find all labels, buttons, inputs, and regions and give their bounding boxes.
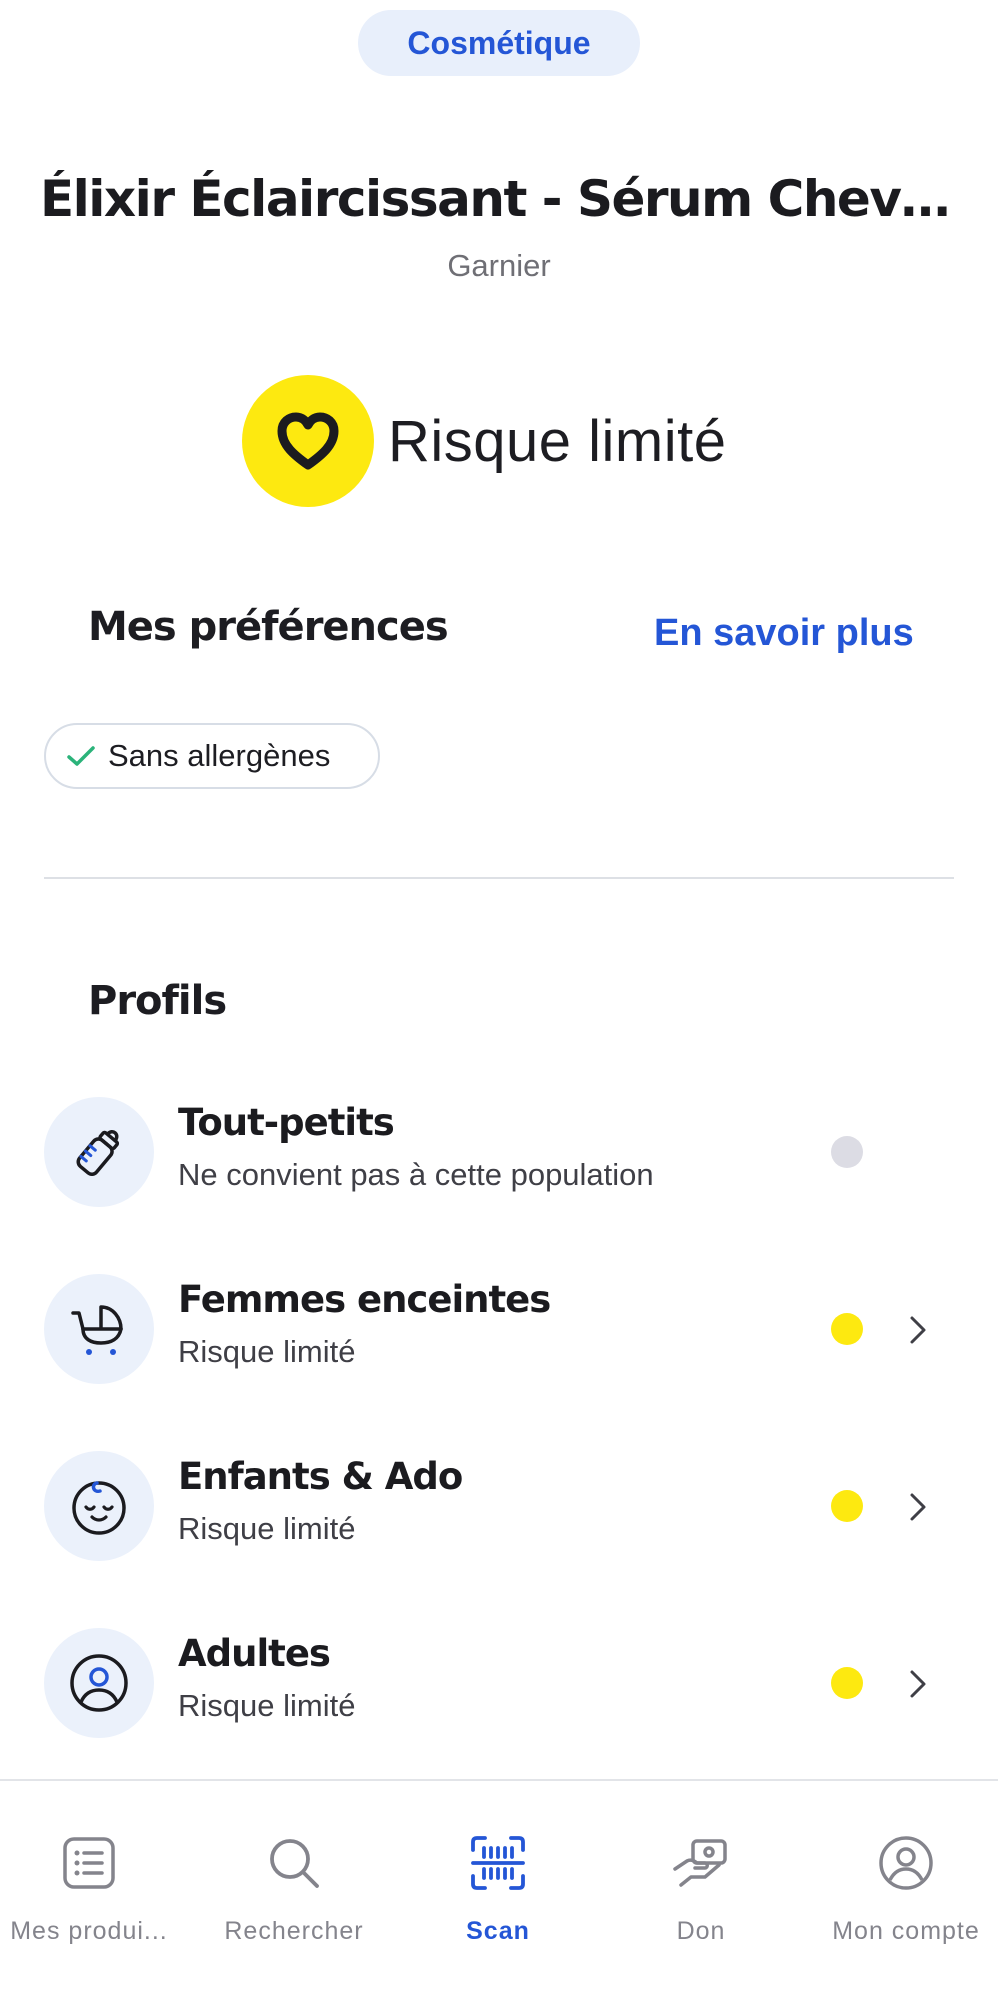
check-icon: [67, 746, 95, 766]
chevron-right-icon: [910, 1316, 926, 1344]
stroller-icon: [71, 1305, 123, 1355]
profile-icon-container: [44, 1451, 154, 1561]
status-dot: [831, 1313, 863, 1345]
category-label: Cosmétique: [407, 24, 591, 61]
product-brand: Garnier: [447, 248, 551, 283]
profile-name: Enfants & Ado: [178, 1455, 463, 1498]
account-icon: [879, 1836, 933, 1890]
heart-icon: [277, 412, 339, 470]
nav-label: Scan: [466, 1917, 530, 1945]
status-dot: [831, 1136, 863, 1168]
nav-item-search[interactable]: Rechercher: [194, 1781, 394, 2003]
profile-icon-container: [44, 1097, 154, 1207]
nav-item-account[interactable]: Mon compte: [806, 1781, 998, 2003]
profile-icon-container: [44, 1628, 154, 1738]
preferences-title: Mes préférences: [88, 604, 449, 650]
nav-label: Mon compte: [832, 1917, 980, 1945]
profile-row-children[interactable]: Enfants & Ado Risque limité: [0, 1451, 998, 1571]
nav-label: Don: [676, 1917, 726, 1945]
profile-name: Adultes: [178, 1632, 331, 1675]
preference-chip-allergens[interactable]: Sans allergènes: [44, 723, 380, 789]
profile-status: Ne convient pas à cette population: [178, 1157, 654, 1192]
status-dot: [831, 1490, 863, 1522]
profile-row-toddlers: Tout-petits Ne convient pas à cette popu…: [0, 1097, 998, 1217]
preference-chip-label: Sans allergènes: [108, 738, 331, 773]
nav-label: Mes produi...: [10, 1917, 168, 1945]
nav-label: Rechercher: [224, 1917, 364, 1945]
nav-item-my-products[interactable]: Mes produi...: [0, 1781, 189, 2003]
nav-item-donate[interactable]: Don: [601, 1781, 801, 2003]
profile-name: Femmes enceintes: [178, 1278, 551, 1321]
profile-name: Tout-petits: [178, 1101, 395, 1144]
baby-bottle-icon: [76, 1130, 120, 1176]
profile-status: Risque limité: [178, 1688, 356, 1723]
child-face-icon: [72, 1481, 126, 1535]
chevron-right-icon: [910, 1670, 926, 1698]
barcode-scan-icon: [471, 1836, 525, 1890]
profile-row-adults[interactable]: Adultes Risque limité: [0, 1628, 998, 1748]
section-divider: [44, 877, 954, 879]
profile-status: Risque limité: [178, 1334, 356, 1369]
adult-user-icon: [70, 1654, 128, 1712]
category-badge: Cosmétique: [358, 10, 640, 76]
profile-icon-container: [44, 1274, 154, 1384]
chevron-right-icon: [910, 1493, 926, 1521]
product-title: Élixir Éclaircissant - Sérum Cheveux ...: [40, 170, 998, 228]
nav-item-scan[interactable]: Scan: [398, 1781, 598, 2003]
profile-row-pregnant[interactable]: Femmes enceintes Risque limité: [0, 1274, 998, 1394]
bottom-navigation: Mes produi... Rechercher Scan Don Mon co…: [0, 1779, 998, 2003]
score-label: Risque limité: [388, 409, 727, 474]
donate-hand-icon: [673, 1839, 727, 1887]
learn-more-link[interactable]: En savoir plus: [654, 612, 914, 655]
list-icon: [63, 1837, 115, 1889]
profile-status: Risque limité: [178, 1511, 356, 1546]
search-icon: [270, 1839, 319, 1888]
status-dot: [831, 1667, 863, 1699]
profiles-title: Profils: [88, 978, 227, 1024]
score-badge: [242, 375, 374, 507]
